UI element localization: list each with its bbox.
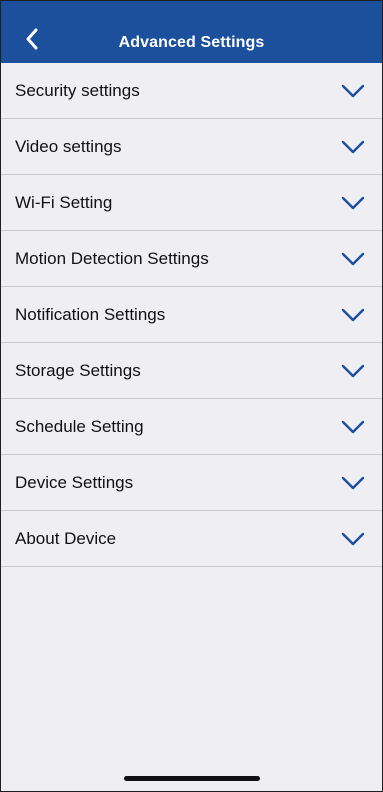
settings-item-about-device[interactable]: About Device [1,511,382,567]
chevron-down-icon[interactable] [340,307,366,323]
settings-item-motion-detection[interactable]: Motion Detection Settings [1,231,382,287]
settings-item-label: Wi-Fi Setting [15,192,113,212]
app-screen: Advanced Settings Security settings Vide… [0,0,383,792]
chevron-down-icon[interactable] [340,83,366,99]
settings-item-storage[interactable]: Storage Settings [1,343,382,399]
settings-item-device[interactable]: Device Settings [1,455,382,511]
settings-item-label: About Device [15,528,117,548]
settings-item-label: Storage Settings [15,360,141,380]
settings-item-schedule[interactable]: Schedule Setting [1,399,382,455]
chevron-down-icon[interactable] [340,195,366,211]
settings-item-label: Schedule Setting [15,416,144,436]
chevron-down-icon[interactable] [340,363,366,379]
settings-item-security[interactable]: Security settings [1,63,382,119]
header-bar: Advanced Settings [1,1,382,63]
home-indicator[interactable] [123,776,260,781]
chevron-down-icon[interactable] [340,475,366,491]
settings-list: Security settings Video settings Wi-Fi S… [1,63,382,567]
settings-item-label: Video settings [15,136,122,156]
settings-item-label: Device Settings [15,472,134,492]
settings-item-video[interactable]: Video settings [1,119,382,175]
settings-item-label: Security settings [15,80,140,100]
chevron-left-icon [26,28,38,50]
settings-item-label: Motion Detection Settings [15,248,209,268]
back-button[interactable] [21,28,43,50]
chevron-down-icon[interactable] [340,531,366,547]
settings-item-label: Notification Settings [15,304,166,324]
page-title: Advanced Settings [118,34,265,51]
chevron-down-icon[interactable] [340,251,366,267]
chevron-down-icon[interactable] [340,139,366,155]
settings-item-wifi[interactable]: Wi-Fi Setting [1,175,382,231]
settings-item-notification[interactable]: Notification Settings [1,287,382,343]
chevron-down-icon[interactable] [340,419,366,435]
